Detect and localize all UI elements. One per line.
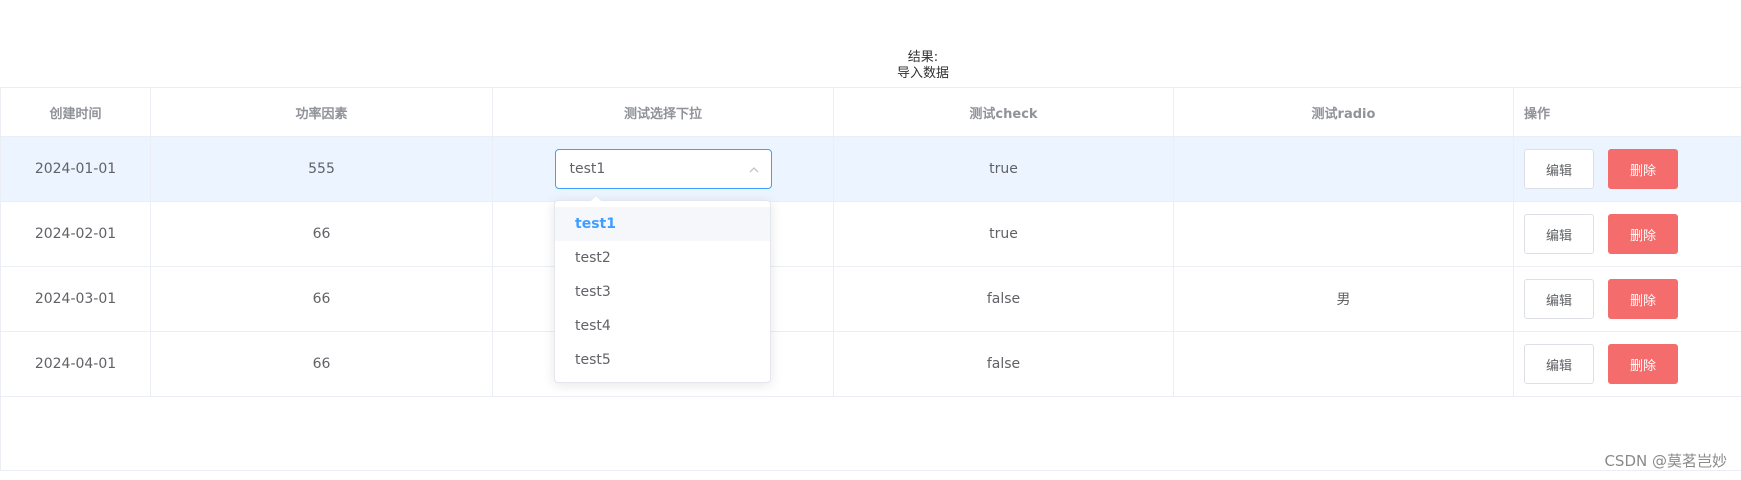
watermark: CSDN @莫茗岂妙 bbox=[1604, 452, 1727, 470]
select-dropdown-menu: test1 test2 test3 test4 test5 bbox=[554, 195, 771, 383]
dropdown-option-test4[interactable]: test4 bbox=[555, 309, 770, 343]
header-test-select: 测试选择下拉 bbox=[493, 88, 834, 136]
cell-power: 66 bbox=[151, 202, 493, 266]
cell-power: 555 bbox=[151, 137, 493, 201]
cell-radio bbox=[1174, 332, 1514, 396]
delete-button[interactable]: 删除 bbox=[1608, 344, 1678, 384]
table-row: 2024-03-01 66 false 男 编辑 删除 bbox=[1, 267, 1741, 332]
edit-button[interactable]: 编辑 bbox=[1524, 149, 1594, 189]
dropdown-option-test3[interactable]: test3 bbox=[555, 275, 770, 309]
cell-power: 66 bbox=[151, 267, 493, 331]
cell-radio: 男 bbox=[1174, 267, 1514, 331]
cell-actions: 编辑 删除 bbox=[1514, 267, 1741, 331]
cell-check: true bbox=[834, 137, 1174, 201]
header-test-radio: 测试radio bbox=[1174, 88, 1514, 136]
select-value: test1 bbox=[569, 161, 606, 177]
cell-power: 66 bbox=[151, 332, 493, 396]
header-power-factor: 功率因素 bbox=[151, 88, 493, 136]
result-value: 导入数据 bbox=[896, 66, 949, 81]
page: 结果: 导入数据 创建时间 功率因素 测试选择下拉 测试check 测试radi… bbox=[0, 0, 1741, 480]
delete-button[interactable]: 删除 bbox=[1608, 214, 1678, 254]
dropdown-arrow bbox=[590, 195, 602, 202]
cell-actions: 编辑 删除 bbox=[1514, 332, 1741, 396]
dropdown-option-test1[interactable]: test1 bbox=[555, 207, 770, 241]
header-created-time: 创建时间 bbox=[1, 88, 151, 136]
cell-check: true bbox=[834, 202, 1174, 266]
cell-actions: 编辑 删除 bbox=[1514, 202, 1741, 266]
delete-button[interactable]: 删除 bbox=[1608, 149, 1678, 189]
cell-date: 2024-04-01 bbox=[1, 332, 151, 396]
dropdown-option-test5[interactable]: test5 bbox=[555, 343, 770, 377]
cell-select: test1 bbox=[493, 137, 834, 201]
cell-date: 2024-03-01 bbox=[1, 267, 151, 331]
cell-radio bbox=[1174, 137, 1514, 201]
cell-check: false bbox=[834, 267, 1174, 331]
edit-button[interactable]: 编辑 bbox=[1524, 214, 1594, 254]
table-header: 创建时间 功率因素 测试选择下拉 测试check 测试radio 操作 bbox=[1, 88, 1741, 137]
cell-date: 2024-02-01 bbox=[1, 202, 151, 266]
result-block: 结果: 导入数据 bbox=[0, 50, 1741, 82]
edit-button[interactable]: 编辑 bbox=[1524, 279, 1594, 319]
cell-radio bbox=[1174, 202, 1514, 266]
edit-button[interactable]: 编辑 bbox=[1524, 344, 1594, 384]
test-select-dropdown[interactable]: test1 bbox=[554, 149, 772, 189]
cell-check: false bbox=[834, 332, 1174, 396]
table-row: 2024-01-01 555 test1 true 编辑 删除 bbox=[1, 137, 1741, 202]
cell-date: 2024-01-01 bbox=[1, 137, 151, 201]
cell-actions: 编辑 删除 bbox=[1514, 137, 1741, 201]
data-table: 创建时间 功率因素 测试选择下拉 测试check 测试radio 操作 2024… bbox=[0, 87, 1741, 471]
table-row: 2024-02-01 66 true 编辑 删除 bbox=[1, 202, 1741, 267]
header-actions: 操作 bbox=[1524, 106, 1551, 122]
result-label: 结果: bbox=[907, 50, 939, 65]
dropdown-option-test2[interactable]: test2 bbox=[555, 241, 770, 275]
header-test-check: 测试check bbox=[834, 88, 1174, 136]
chevron-up-icon bbox=[749, 167, 758, 173]
table-row: 2024-04-01 66 false 编辑 删除 bbox=[1, 332, 1741, 397]
delete-button[interactable]: 删除 bbox=[1608, 279, 1678, 319]
